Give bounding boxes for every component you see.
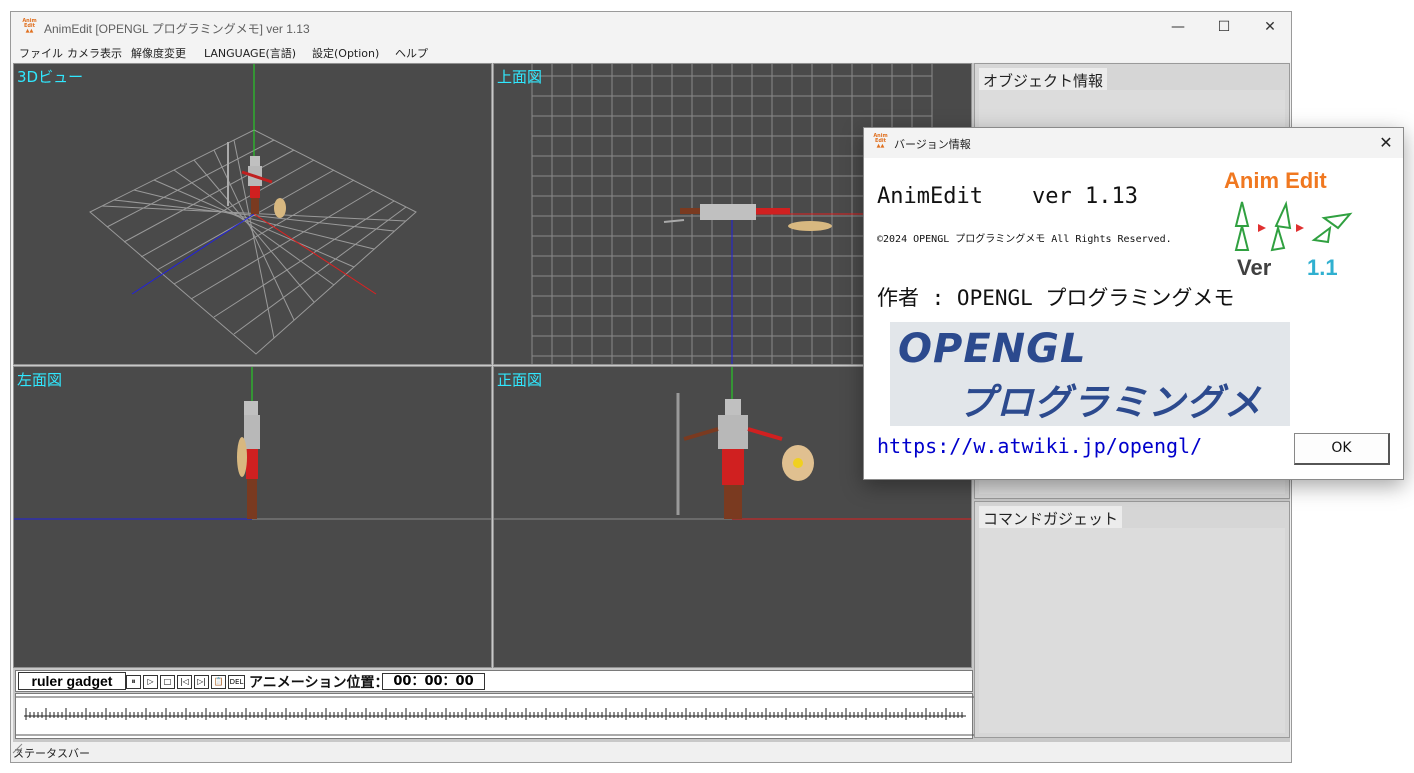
play-icon[interactable]: ▷ bbox=[143, 675, 158, 689]
status-text: ステータスバー bbox=[13, 747, 90, 760]
viewport-label-front: 正面図 bbox=[497, 371, 543, 389]
dialog-copyright: ©2024 OPENGL プログラミングメモ All Rights Reserv… bbox=[877, 234, 1172, 245]
viewport-label-3d: 3Dビュー bbox=[17, 68, 84, 86]
dialog-title: バージョン情報 bbox=[894, 138, 971, 151]
ruler-gadget-bar: ruler gadget ⏸ ▷ □ |◁ ▷| 📋 DEL アニメーション位置… bbox=[15, 670, 973, 692]
dialog-close-button[interactable]: ✕ bbox=[1375, 132, 1397, 154]
menu-file[interactable]: ファイル bbox=[19, 45, 63, 61]
dialog-author: 作者 : OPENGL プログラミングメモ bbox=[877, 286, 1235, 310]
command-gadget-panel: コマンドガジェット bbox=[974, 501, 1290, 738]
anim-position-value: 00：00：00 bbox=[382, 673, 485, 690]
stop-icon[interactable]: □ bbox=[160, 675, 175, 689]
title-bar: Anim Edit ▲▲ AnimEdit [OPENGL プログラミングメモ] v… bbox=[11, 12, 1291, 42]
character-model bbox=[676, 393, 814, 519]
status-bar: ステータスバー bbox=[11, 742, 1291, 762]
banner-line-1: OPENGL bbox=[898, 326, 1087, 372]
axis-z bbox=[131, 213, 255, 295]
anim-position-label: アニメーション位置： bbox=[249, 675, 389, 691]
dialog-website-link[interactable]: https://w.atwiki.jp/opengl/ bbox=[877, 434, 1202, 458]
minimize-button[interactable]: — bbox=[1155, 12, 1201, 42]
command-gadget-tab[interactable]: コマンドガジェット bbox=[979, 506, 1123, 528]
viewport-label-left: 左面図 bbox=[17, 371, 63, 389]
ok-button[interactable]: OK bbox=[1294, 433, 1390, 465]
clipboard-icon[interactable]: 📋 bbox=[211, 675, 226, 689]
character-model bbox=[663, 204, 832, 231]
scene-left bbox=[14, 367, 491, 520]
viewport-3d[interactable]: 3Dビュー bbox=[13, 63, 492, 365]
pause-icon[interactable]: ⏸ bbox=[126, 675, 141, 689]
dialog-app-icon: Anim Edit ▲▲ bbox=[873, 133, 888, 149]
close-button[interactable]: ✕ bbox=[1247, 12, 1293, 42]
dialog-banner: OPENGL プログラミングメモ bbox=[890, 322, 1290, 426]
menu-camera[interactable]: カメラ表示 bbox=[67, 45, 122, 61]
logo-title: Anim Edit bbox=[1224, 168, 1327, 193]
menu-resolution[interactable]: 解像度変更 bbox=[131, 45, 186, 61]
dialog-version: ver 1.13 bbox=[1032, 184, 1138, 209]
delete-icon[interactable]: DEL bbox=[228, 675, 245, 689]
viewport-left[interactable]: 左面図 bbox=[13, 366, 492, 668]
skip-end-icon[interactable]: ▷| bbox=[194, 675, 209, 689]
ruler-gadget-title: ruler gadget bbox=[18, 672, 126, 690]
menu-settings[interactable]: 設定(Option) bbox=[312, 45, 379, 61]
scene-3d bbox=[89, 64, 417, 355]
timeline-ruler[interactable] bbox=[15, 693, 974, 739]
app-icon: Anim Edit ▲▲ bbox=[22, 18, 37, 34]
skip-start-icon[interactable]: |◁ bbox=[177, 675, 192, 689]
command-gadget-body bbox=[979, 528, 1285, 733]
viewport-label-top: 上面図 bbox=[497, 68, 543, 86]
maximize-button[interactable]: ☐ bbox=[1201, 12, 1247, 42]
logo-arrows-icon bbox=[1234, 200, 1353, 252]
banner-line-2: プログラミングメモ bbox=[958, 381, 1262, 424]
version-dialog: Anim Edit ▲▲ バージョン情報 ✕ AnimEdit ver 1.13 ©… bbox=[863, 127, 1404, 480]
character-model bbox=[237, 401, 260, 519]
axis-x bbox=[253, 213, 377, 295]
logo-ver-label: Ver bbox=[1237, 255, 1272, 280]
menu-bar: ファイル カメラ表示 解像度変更 LANGUAGE(言語) 設定(Option)… bbox=[11, 42, 1291, 62]
window-title: AnimEdit [OPENGL プログラミングメモ] ver 1.13 bbox=[44, 22, 310, 36]
resize-grip-icon[interactable] bbox=[11, 742, 23, 754]
logo-ver-number: 1.1 bbox=[1307, 255, 1338, 280]
dialog-app-name: AnimEdit bbox=[877, 184, 983, 209]
menu-help[interactable]: ヘルプ bbox=[395, 45, 428, 61]
ruler-ticks bbox=[16, 696, 974, 736]
object-info-tab[interactable]: オブジェクト情報 bbox=[979, 68, 1108, 90]
menu-language[interactable]: LANGUAGE(言語) bbox=[204, 45, 296, 61]
dialog-title-bar: Anim Edit ▲▲ バージョン情報 ✕ bbox=[864, 128, 1403, 158]
